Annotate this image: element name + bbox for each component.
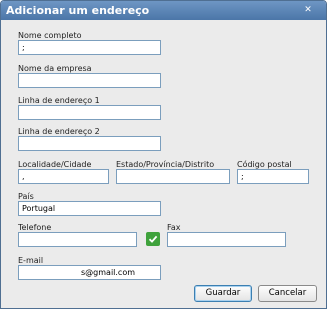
title-bar[interactable]: Adicionar um endereço ✕	[1, 1, 326, 20]
state-field[interactable]	[116, 169, 230, 184]
close-icon[interactable]: ✕	[300, 4, 316, 17]
email-field[interactable]: s@gmail.com	[18, 265, 161, 280]
address-line2-label: Linha de endereço 2	[18, 127, 100, 136]
email-label: E-mail	[18, 256, 44, 265]
country-label: País	[18, 192, 34, 201]
company-label: Nome da empresa	[18, 64, 92, 73]
fax-label: Fax	[167, 223, 181, 232]
full-name-field[interactable]: ;	[18, 40, 161, 55]
company-field[interactable]	[18, 73, 161, 88]
save-button[interactable]: Guardar	[194, 285, 252, 302]
full-name-label: Nome completo	[18, 31, 82, 40]
address-line1-field[interactable]	[18, 105, 161, 120]
check-icon	[146, 232, 160, 246]
dialog-title: Adicionar um endereço	[6, 4, 150, 17]
add-address-dialog: Adicionar um endereço ✕ Nome completo ; …	[0, 0, 327, 309]
phone-label: Telefone	[18, 223, 52, 232]
city-label: Localidade/Cidade	[18, 160, 92, 169]
state-label: Estado/Província/Distrito	[116, 160, 215, 169]
phone-field[interactable]	[18, 232, 137, 247]
address-line2-field[interactable]	[18, 136, 161, 151]
postal-code-label: Código postal	[237, 160, 292, 169]
address-line1-label: Linha de endereço 1	[18, 96, 100, 105]
postal-code-field[interactable]: ;	[237, 169, 309, 184]
country-field[interactable]: Portugal	[18, 201, 161, 216]
cancel-button[interactable]: Cancelar	[258, 285, 317, 302]
city-field[interactable]: ,	[18, 169, 109, 184]
fax-field[interactable]	[167, 232, 286, 247]
